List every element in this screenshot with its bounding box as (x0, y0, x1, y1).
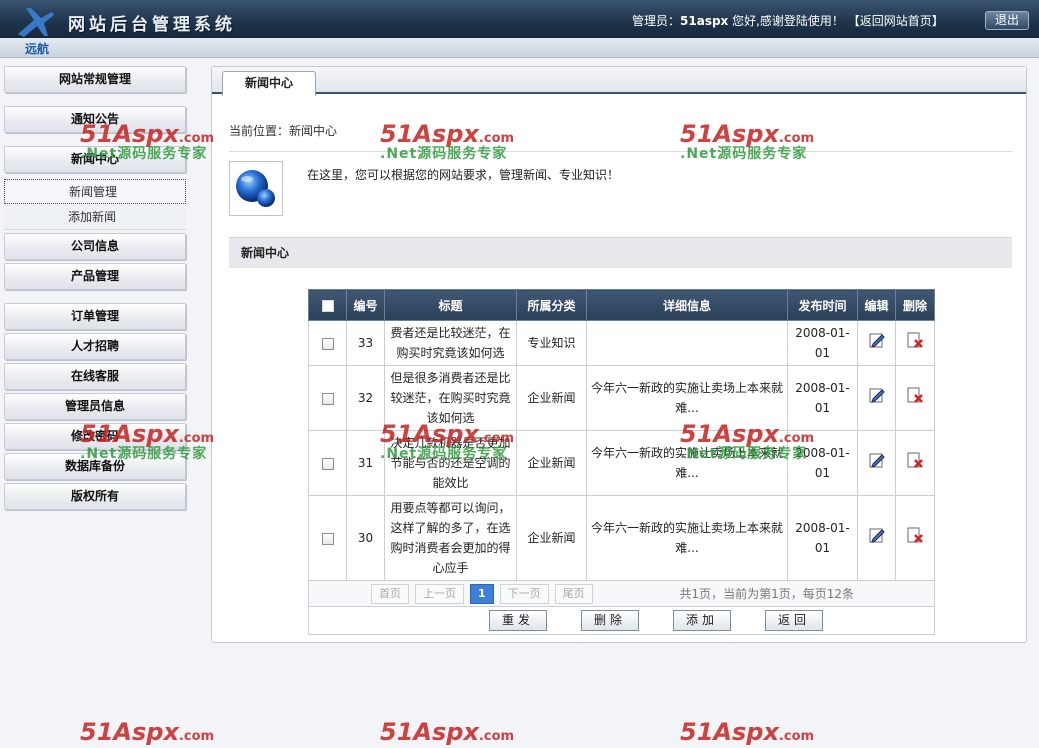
sidebar-item-notice[interactable]: 通知公告 (4, 106, 186, 133)
plane-logo-icon (18, 8, 54, 37)
header-bottom-bar (0, 38, 1039, 58)
row-checkbox[interactable] (321, 392, 334, 405)
select-all-cell (308, 289, 347, 321)
admin-name: 51aspx (680, 14, 729, 28)
col-header-date: 发布时间 (787, 289, 858, 321)
action-buttons: 重发 删除 添加 返回 (309, 610, 934, 631)
delete-icon[interactable] (906, 451, 924, 469)
row-category: 企业新闻 (516, 430, 587, 496)
sidebar-item-copyright[interactable]: 版权所有 (4, 483, 186, 510)
table-row: 31 决定几款机器是否更加节能与否的还是空调的能效比 企业新闻 今年六一新政的实… (308, 430, 935, 496)
col-header-detail: 详细信息 (586, 289, 788, 321)
table-row: 32 但是很多消费者还是比较迷茫，在购买时究竟该如何选 企业新闻 今年六一新政的… (308, 365, 935, 431)
col-header-title: 标题 (384, 289, 517, 321)
pager-last[interactable]: 尾页 (554, 583, 593, 604)
sidebar-item-general[interactable]: 网站常规管理 (4, 66, 186, 93)
row-date: 2008-01-01 (787, 430, 858, 496)
pager-first[interactable]: 首页 (371, 583, 409, 604)
row-category: 专业知识 (516, 320, 587, 366)
pager: 首页 上一页 1 下一页 尾页 共1页，当前为第1页，每页12条 (309, 583, 934, 604)
row-id: 30 (346, 495, 385, 581)
row-id: 33 (346, 320, 385, 366)
row-id: 32 (346, 365, 385, 431)
back-button[interactable]: 返回 (765, 610, 824, 631)
sidebar-item-jobs[interactable]: 人才招聘 (4, 333, 186, 360)
row-title: 但是很多消费者还是比较迷茫，在购买时究竟该如何选 (384, 365, 517, 431)
select-all-checkbox[interactable] (321, 299, 334, 312)
sidebar-item-password[interactable]: 修改密码 (4, 423, 186, 450)
pager-row: 首页 上一页 1 下一页 尾页 共1页，当前为第1页，每页12条 (308, 580, 935, 607)
col-header-edit: 编辑 (857, 289, 896, 321)
breadcrumb: 当前位置：新闻中心 (229, 124, 338, 138)
row-detail: 今年六一新政的实施让卖场上本来就难... (586, 430, 788, 496)
logout-button[interactable]: 退出 (985, 11, 1029, 30)
sidebar-item-company[interactable]: 公司信息 (4, 233, 186, 260)
delete-icon[interactable] (906, 526, 924, 544)
row-title: 决定几款机器是否更加节能与否的还是空调的能效比 (384, 430, 517, 496)
logo-name: 远航 (25, 42, 50, 56)
table-row: 30 用要点等都可以询问，这样了解的多了，在选购时消费者会更加的得心应手 企业新… (308, 495, 935, 581)
row-title: 用要点等都可以询问，这样了解的多了，在选购时消费者会更加的得心应手 (384, 495, 517, 581)
top-header: 网站后台管理系统 管理员：51aspx 您好,感谢登陆使用！ 【返回网站首页】 … (0, 0, 1039, 38)
sidebar-item-orders[interactable]: 订单管理 (4, 303, 186, 330)
pager-next[interactable]: 下一页 (499, 583, 549, 604)
sidebar-subitem-news-manage[interactable]: 新闻管理 (4, 179, 186, 204)
main-panel: 新闻中心 当前位置：新闻中心 在这里，您可以根据您的网站要求，管理新闻、专业知识… (211, 66, 1027, 643)
section-title: 新闻中心 (229, 237, 1012, 268)
pager-info: 共1页，当前为第1页，每页12条 (679, 586, 854, 601)
actions-row: 重发 删除 添加 返回 (308, 606, 935, 635)
row-date: 2008-01-01 (787, 320, 858, 366)
sidebar-subitem-add-news[interactable]: 添加新闻 (4, 205, 186, 230)
watermark: 51Aspx.com (380, 718, 515, 746)
delete-button[interactable]: 删除 (581, 610, 640, 631)
row-detail (586, 320, 788, 366)
delete-icon[interactable] (906, 331, 924, 349)
table-header-row: 编号 标题 所属分类 详细信息 发布时间 编辑 删除 (308, 289, 935, 321)
pager-prev[interactable]: 上一页 (415, 583, 464, 604)
row-detail: 今年六一新政的实施让卖场上本来就难... (586, 365, 788, 431)
edit-icon[interactable] (868, 386, 886, 404)
row-detail: 今年六一新政的实施让卖场上本来就难... (586, 495, 788, 581)
system-title: 网站后台管理系统 (68, 15, 236, 35)
admin-label: 管理员： (632, 14, 681, 28)
edit-icon[interactable] (868, 331, 886, 349)
main-tab-bar (212, 67, 1026, 94)
resend-button[interactable]: 重发 (489, 610, 548, 631)
delete-icon[interactable] (906, 386, 924, 404)
col-header-id: 编号 (346, 289, 385, 321)
row-checkbox[interactable] (321, 457, 334, 470)
news-table: 编号 标题 所属分类 详细信息 发布时间 编辑 删除 33 费者还是比较迷茫，在… (308, 289, 935, 635)
row-title: 费者还是比较迷茫，在购买时究竟该如何选 (384, 320, 517, 366)
globe-icon (236, 170, 275, 207)
row-id: 31 (346, 430, 385, 496)
edit-icon[interactable] (868, 526, 886, 544)
pager-current-page[interactable]: 1 (470, 583, 494, 604)
intro-icon-frame (229, 161, 283, 216)
admin-greeting: 您好,感谢登陆使用！ (728, 14, 844, 28)
col-header-category: 所属分类 (516, 289, 587, 321)
table-row: 33 费者还是比较迷茫，在购买时究竟该如何选 专业知识 2008-01-01 (308, 320, 935, 366)
row-date: 2008-01-01 (787, 495, 858, 581)
row-checkbox[interactable] (321, 337, 334, 350)
admin-info: 管理员：51aspx 您好,感谢登陆使用！ 【返回网站首页】 (632, 12, 944, 29)
row-date: 2008-01-01 (787, 365, 858, 431)
home-link[interactable]: 【返回网站首页】 (848, 14, 944, 28)
row-checkbox[interactable] (321, 532, 334, 545)
sidebar-item-news[interactable]: 新闻中心 (4, 146, 186, 173)
edit-icon[interactable] (868, 451, 886, 469)
sidebar-item-products[interactable]: 产品管理 (4, 263, 186, 290)
row-category: 企业新闻 (516, 365, 587, 431)
tab-news-center[interactable]: 新闻中心 (222, 71, 316, 96)
breadcrumb-divider (229, 151, 1012, 152)
add-button[interactable]: 添加 (673, 610, 732, 631)
watermark: 51Aspx.com (680, 718, 815, 746)
sidebar-item-backup[interactable]: 数据库备份 (4, 453, 186, 480)
sidebar-item-support[interactable]: 在线客服 (4, 363, 186, 390)
watermark: 51Aspx.com (80, 718, 215, 746)
intro-text: 在这里，您可以根据您的网站要求，管理新闻、专业知识！ (307, 168, 620, 182)
row-category: 企业新闻 (516, 495, 587, 581)
col-header-delete: 删除 (895, 289, 935, 321)
sidebar-item-admin-info[interactable]: 管理员信息 (4, 393, 186, 420)
